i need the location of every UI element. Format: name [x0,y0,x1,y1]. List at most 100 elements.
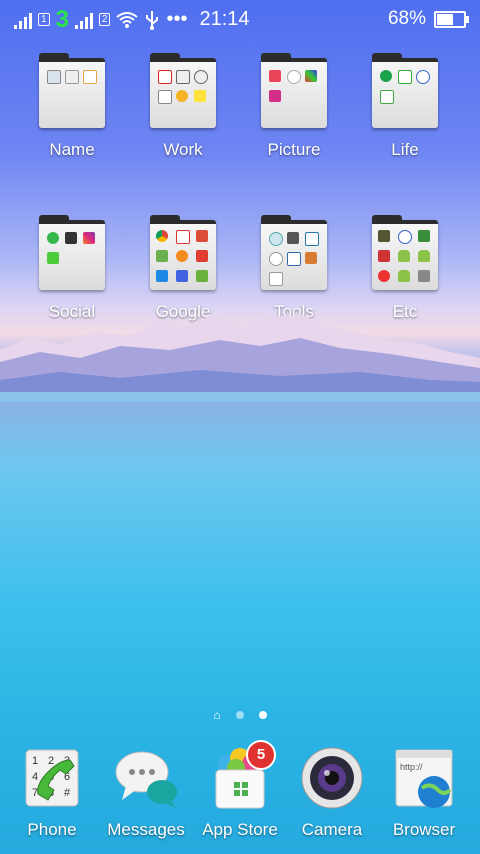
browser-icon: http:// [392,746,456,810]
folder-work[interactable]: Work [133,53,233,160]
app-icon [418,270,430,282]
dock: 12345678# Phone Messages [0,740,480,854]
google-plus-icon [196,230,208,242]
gallery-icon [269,70,281,82]
dock-phone[interactable]: 12345678# Phone [6,746,98,840]
dock-app-store[interactable]: 5 App Store [194,740,286,840]
signal-icon [74,11,93,29]
keypad-key: 1 [32,755,38,767]
download-icon [305,232,319,246]
whatsapp-icon [47,232,59,244]
dock-label: Messages [107,820,185,839]
app-icon [380,70,392,82]
app-icon [287,232,299,244]
camera-lens-icon [300,746,364,810]
contact-card-icon [47,70,61,84]
app-store-icon: 5 [208,740,276,810]
folder-name[interactable]: Name [22,53,122,160]
dock-label: Browser [392,820,456,839]
clock-icon [194,70,208,84]
app-icon [65,232,77,244]
calculator-icon [176,70,190,84]
messages-icon [114,746,178,810]
folder-icon [39,215,105,290]
android-icon [398,270,410,282]
calendar-icon [158,70,172,84]
dock-label: App Store [202,820,278,839]
app-icon [398,230,412,244]
folder-icon [150,215,216,290]
photo-icon [83,70,97,84]
page-indicator[interactable]: ⌂ [0,706,480,724]
folder-picture[interactable]: Picture [244,53,344,160]
carrier-icon: 3 [55,5,69,33]
dock-messages[interactable]: Messages [100,746,192,840]
usb-icon [146,10,159,30]
folder-label: Work [163,140,203,159]
app-icon [378,250,390,262]
battery-icon [434,10,469,28]
folder-life[interactable]: Life [355,53,455,160]
signal-icon [14,11,32,29]
page-dot[interactable] [235,711,244,719]
folder-icon [372,215,438,290]
app-icon [416,70,430,84]
folder-label: Life [391,140,419,159]
wallpaper-mountains [0,314,480,402]
maps-icon [156,250,168,262]
folder-icon [261,215,327,290]
folder-tools[interactable]: Tools [244,215,344,322]
clock-icon [378,270,390,282]
editor-icon [269,90,281,102]
dock-label: Phone [27,820,77,839]
wifi-icon [116,11,139,28]
folder-icon [261,53,327,128]
youtube-icon [196,250,208,262]
keypad-key: 2 [48,755,54,767]
sim2-indicator: 2 [98,13,111,26]
mic-icon [287,252,301,266]
weather-icon [176,90,188,102]
shield-icon [398,70,412,84]
music-icon [176,250,188,262]
color-icon [305,70,317,82]
folder-label: Name [49,140,95,159]
sim1-indicator: 1 [38,13,50,26]
memo-icon [194,90,206,102]
dock-camera[interactable]: Camera [286,746,378,840]
dock-browser[interactable]: http:// Browser [378,746,470,840]
app-icon [418,230,430,242]
notification-badge: 5 [246,740,276,770]
keypad-key: 4 [32,771,38,783]
folder-etc[interactable]: Etc [355,215,455,322]
battery-percent: 68% [387,8,426,29]
keypad-key: # [64,787,71,799]
status-bar: 1 3 2 ••• 21:14 68% [0,0,480,38]
movies-icon [176,270,188,282]
android-icon [398,250,410,262]
folder-icon [150,53,216,128]
app-icon [378,230,390,242]
chrome-icon [156,230,168,242]
books-icon [156,270,168,282]
clock: 21:14 [199,8,250,30]
android-icon [418,250,430,262]
folder-icon [372,53,438,128]
keypad-key: 7 [32,787,38,799]
app-icon [305,252,317,264]
svg-text:http://: http:// [400,762,423,772]
home-page-icon[interactable]: ⌂ [213,708,220,722]
page-dot-active[interactable] [258,711,267,719]
folder-social[interactable]: Social [22,215,122,322]
games-icon [196,270,208,282]
camera-icon [287,70,301,84]
folder-label: Picture [267,140,321,159]
notes-icon [158,90,172,104]
dock-label: Camera [301,820,363,839]
more-dots-icon: ••• [166,8,188,30]
gmail-icon [176,230,190,244]
line-icon [47,252,59,264]
instagram-icon [83,232,95,244]
folder-google[interactable]: Google [133,215,233,322]
app-icon [269,252,283,266]
